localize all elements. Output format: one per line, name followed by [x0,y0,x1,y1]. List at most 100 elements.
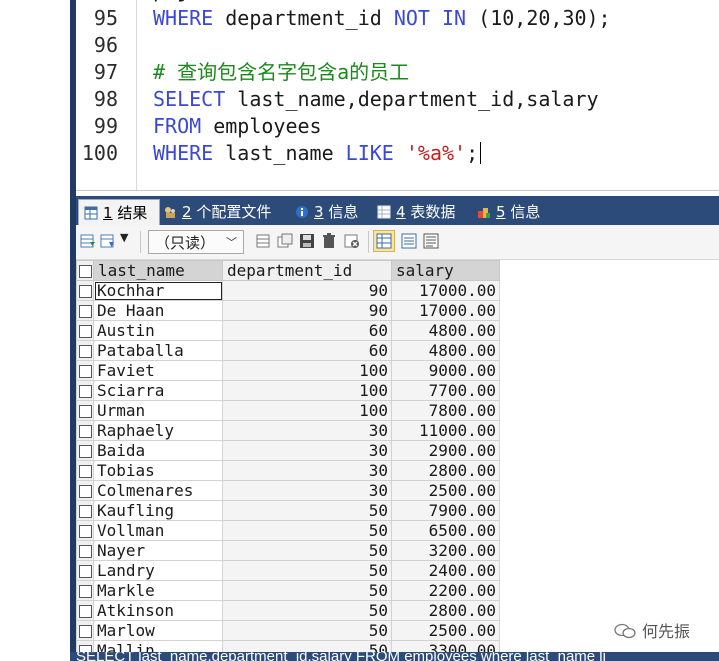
row-checkbox[interactable] [76,280,94,301]
text-view-icon[interactable] [423,233,439,249]
table-row[interactable]: Marlow 50 2500.00 [76,620,500,641]
cancel-changes-icon[interactable] [344,233,360,249]
cell-last-name[interactable]: Urman [93,400,223,421]
code-line[interactable]: 100 WHERE last_name LIKE '%a%'; [76,140,719,167]
code-line[interactable]: 95 WHERE department_id NOT IN (10,20,30); [76,5,719,32]
cell-department-id[interactable]: 90 [222,280,392,301]
cell-department-id[interactable]: 60 [222,340,392,361]
row-checkbox[interactable] [76,360,94,381]
read-only-mode-select[interactable]: （只读） ﹀ [148,230,244,254]
tab-profiles[interactable]: 2 个配置文件 [158,199,271,225]
cell-salary[interactable]: 4800.00 [391,320,500,341]
cell-department-id[interactable]: 90 [222,300,392,321]
row-checkbox[interactable] [76,620,94,641]
column-header-salary[interactable]: salary [391,260,500,281]
tab-info-2[interactable]: 5 信息 [472,199,540,225]
tab-info[interactable]: 3 信息 [290,199,358,225]
cell-salary[interactable]: 2500.00 [391,480,500,501]
row-checkbox[interactable] [76,320,94,341]
cell-last-name[interactable]: Nayer [93,540,223,561]
cell-department-id[interactable]: 50 [222,640,392,652]
row-checkbox[interactable] [76,300,94,321]
cell-department-id[interactable]: 30 [222,420,392,441]
row-checkbox[interactable] [76,540,94,561]
tab-results[interactable]: 1 结果 [78,199,160,226]
cell-salary[interactable]: 2800.00 [391,460,500,481]
table-row[interactable]: Markle 50 2200.00 [76,580,500,601]
import-grid-icon[interactable] [100,233,116,249]
row-checkbox[interactable] [76,640,94,652]
table-row[interactable]: Mallin 50 3300.00 [76,640,500,652]
row-checkbox[interactable] [76,560,94,581]
table-row[interactable]: Urman 100 7800.00 [76,400,500,421]
duplicate-row-icon[interactable] [277,233,293,249]
tab-table-data[interactable]: 4 表数据 [372,199,455,225]
cell-department-id[interactable]: 50 [222,500,392,521]
cell-salary[interactable]: 7900.00 [391,500,500,521]
cell-last-name[interactable]: Baida [93,440,223,461]
table-row[interactable]: Baida 30 2900.00 [76,440,500,461]
table-row[interactable]: Kochhar 90 17000.00 [76,280,500,301]
cell-department-id[interactable]: 100 [222,360,392,381]
result-grid[interactable]: last_name department_id salary Kochhar 90… [76,260,719,652]
cell-salary[interactable]: 2400.00 [391,560,500,581]
column-header-department-id[interactable]: department_id [222,260,392,281]
table-row[interactable]: Kaufling 50 7900.00 [76,500,500,521]
cell-department-id[interactable]: 100 [222,380,392,401]
cell-last-name[interactable]: Kochhar [93,280,223,301]
cell-salary[interactable]: 2800.00 [391,600,500,621]
cell-salary[interactable]: 6500.00 [391,520,500,541]
cell-last-name[interactable]: De Haan [93,300,223,321]
cell-salary[interactable]: 2200.00 [391,580,500,601]
code-line[interactable]: 97 # 查询包含名字包含a的员工 [76,59,719,86]
chevron-down-icon[interactable]: ▼ [120,231,130,247]
cell-salary[interactable]: 11000.00 [391,420,500,441]
cell-last-name[interactable]: Vollman [93,520,223,541]
cell-last-name[interactable]: Sciarra [93,380,223,401]
cell-last-name[interactable]: Markle [93,580,223,601]
code-line[interactable]: 98 SELECT last_name,department_id,salary [76,86,719,113]
table-row[interactable]: Faviet 100 9000.00 [76,360,500,381]
cell-last-name[interactable]: Tobias [93,460,223,481]
cell-department-id[interactable]: 50 [222,600,392,621]
cell-salary[interactable]: 2900.00 [391,440,500,461]
save-icon[interactable] [299,233,315,249]
column-header-last-name[interactable]: last_name [93,260,223,281]
export-grid-icon[interactable] [80,233,96,249]
row-checkbox[interactable] [76,600,94,621]
cell-last-name[interactable]: Faviet [93,360,223,381]
cell-salary[interactable]: 7700.00 [391,380,500,401]
form-view-icon[interactable] [401,233,417,249]
cell-salary[interactable]: 17000.00 [391,300,500,321]
cell-department-id[interactable]: 100 [222,400,392,421]
cell-department-id[interactable]: 30 [222,440,392,461]
table-row[interactable]: Atkinson 50 2800.00 [76,600,500,621]
table-row[interactable]: Raphaely 30 11000.00 [76,420,500,441]
row-checkbox[interactable] [76,460,94,481]
add-row-icon[interactable] [256,233,272,249]
delete-icon[interactable] [321,233,337,249]
select-all-checkbox[interactable] [76,260,94,281]
cell-department-id[interactable]: 50 [222,580,392,601]
table-row[interactable]: Tobias 30 2800.00 [76,460,500,481]
cell-department-id[interactable]: 50 [222,520,392,541]
grid-view-button[interactable] [373,230,395,252]
row-checkbox[interactable] [76,340,94,361]
row-checkbox[interactable] [76,580,94,601]
row-checkbox[interactable] [76,380,94,401]
cell-department-id[interactable]: 50 [222,560,392,581]
row-checkbox[interactable] [76,520,94,541]
row-checkbox[interactable] [76,420,94,441]
cell-salary[interactable]: 3200.00 [391,540,500,561]
cell-last-name[interactable]: Raphaely [93,420,223,441]
cell-salary[interactable]: 7800.00 [391,400,500,421]
row-checkbox[interactable] [76,400,94,421]
cell-last-name[interactable]: Marlow [93,620,223,641]
cell-department-id[interactable]: 50 [222,540,392,561]
sql-editor[interactable]: p j 95 WHERE department_id NOT IN (10,20,… [76,0,719,190]
cell-department-id[interactable]: 50 [222,620,392,641]
table-row[interactable]: Sciarra 100 7700.00 [76,380,500,401]
cell-last-name[interactable]: Colmenares [93,480,223,501]
table-row[interactable]: Nayer 50 3200.00 [76,540,500,561]
row-checkbox[interactable] [76,440,94,461]
